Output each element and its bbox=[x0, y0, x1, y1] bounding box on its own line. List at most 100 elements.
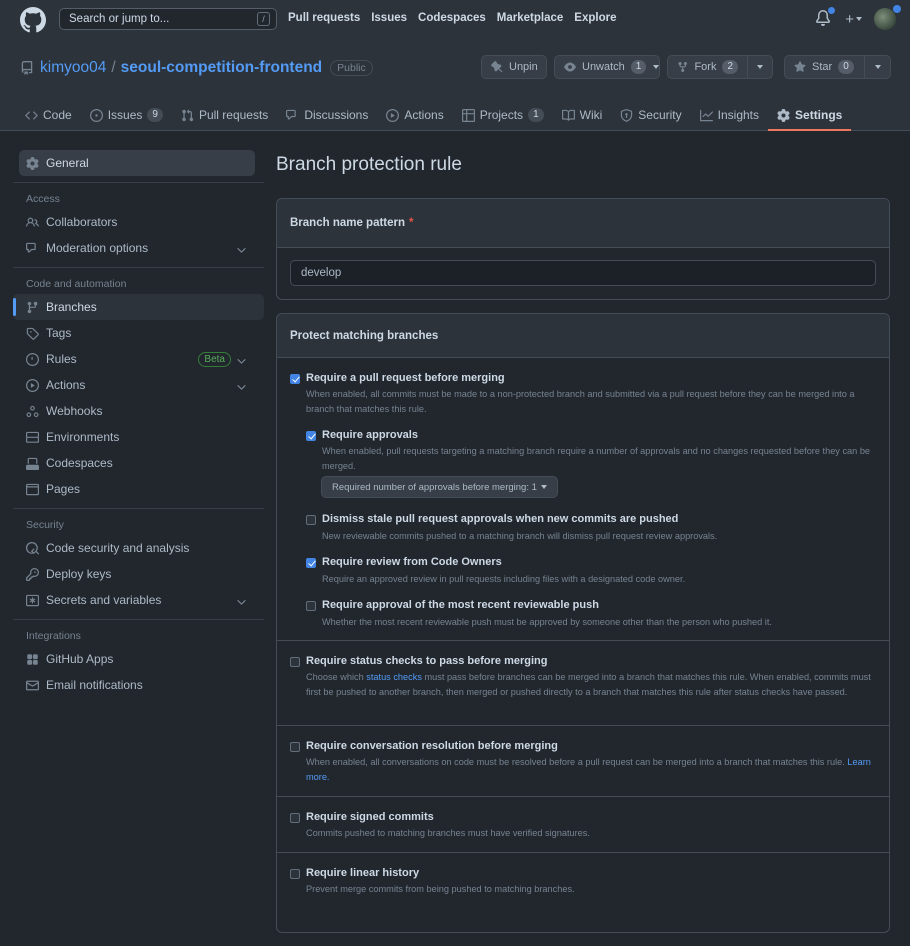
approvals-count-select[interactable]: Required number of approvals before merg… bbox=[321, 476, 558, 498]
tab-settings[interactable]: Settings bbox=[768, 100, 852, 131]
tab-discussions[interactable]: Discussions bbox=[277, 100, 377, 130]
sidebar-group-code-automation: Code and automation bbox=[26, 278, 127, 290]
tab-code[interactable]: Code bbox=[16, 100, 81, 130]
tab-label: Pull requests bbox=[198, 108, 269, 122]
header-actions: + bbox=[815, 5, 901, 30]
chevron-down-icon[interactable] bbox=[653, 65, 660, 69]
require-pr-checkbox[interactable] bbox=[290, 374, 300, 384]
sidebar-item-label: Deploy keys bbox=[46, 567, 112, 581]
option-require-pr-section: Require a pull request before merging Wh… bbox=[277, 358, 889, 641]
sidebar-item-label: Email notifications bbox=[46, 678, 143, 692]
create-new-dropdown[interactable]: + bbox=[845, 11, 862, 28]
visibility-badge: Public bbox=[330, 60, 373, 76]
global-header: Search or jump to... / Pull requests Iss… bbox=[0, 0, 910, 43]
notifications-bell-icon[interactable] bbox=[815, 7, 836, 29]
fork-dropdown[interactable] bbox=[747, 56, 772, 78]
main-content: Branch protection rule Branch name patte… bbox=[276, 150, 890, 946]
recent-push-title: Require approval of the most recent revi… bbox=[322, 599, 599, 611]
sidebar-item-collaborators[interactable]: Collaborators bbox=[13, 209, 264, 235]
sidebar-item-codespaces[interactable]: Codespaces bbox=[13, 450, 264, 476]
dismiss-stale-title: Dismiss stale pull request approvals whe… bbox=[322, 513, 679, 525]
sidebar-item-general[interactable]: General bbox=[19, 150, 255, 176]
dismiss-stale-checkbox[interactable] bbox=[306, 515, 316, 525]
sidebar-item-actions[interactable]: Actions bbox=[13, 372, 264, 398]
sidebar-item-tags[interactable]: Tags bbox=[13, 320, 264, 346]
branch-icon bbox=[27, 301, 38, 313]
play-icon bbox=[26, 378, 39, 392]
sidebar-item-rules[interactable]: Rules Beta bbox=[13, 346, 264, 372]
require-approvals-title: Require approvals bbox=[322, 429, 418, 441]
sidebar-divider bbox=[13, 508, 264, 509]
codescan-icon bbox=[26, 541, 39, 554]
shield-icon bbox=[621, 108, 633, 122]
fork-button[interactable]: Fork 2 bbox=[667, 55, 773, 79]
repo-name-link[interactable]: seoul-competition-frontend bbox=[121, 59, 323, 77]
search-input[interactable]: Search or jump to... / bbox=[59, 8, 277, 30]
code-icon bbox=[25, 110, 38, 120]
repo-owner-link[interactable]: kimyoo04 bbox=[40, 59, 106, 77]
github-logo-icon[interactable] bbox=[20, 7, 46, 33]
sidebar-item-label: Rules bbox=[46, 352, 77, 366]
tab-security[interactable]: Security bbox=[611, 100, 690, 130]
star-button[interactable]: Star 0 bbox=[784, 55, 891, 79]
tab-actions[interactable]: Actions bbox=[377, 100, 452, 130]
sidebar-item-github-apps[interactable]: GitHub Apps bbox=[13, 646, 264, 672]
chevron-down-icon bbox=[540, 485, 547, 489]
sidebar-group-integrations: Integrations bbox=[26, 630, 81, 642]
sidebar-item-secrets[interactable]: Secrets and variables bbox=[13, 587, 264, 613]
nav-explore[interactable]: Explore bbox=[574, 12, 616, 24]
recent-push-checkbox[interactable] bbox=[306, 601, 316, 611]
tab-insights[interactable]: Insights bbox=[691, 100, 768, 130]
star-dropdown[interactable] bbox=[864, 56, 890, 78]
nav-pull-requests[interactable]: Pull requests bbox=[288, 12, 360, 24]
projects-count: 1 bbox=[528, 108, 544, 122]
branch-pattern-input[interactable]: develop bbox=[290, 260, 876, 286]
user-menu[interactable] bbox=[874, 5, 901, 30]
signed-commits-checkbox[interactable] bbox=[290, 813, 300, 823]
unpin-button[interactable]: Unpin bbox=[481, 55, 547, 79]
status-indicator bbox=[893, 5, 901, 13]
status-checks-desc: Choose which status checks must pass bef… bbox=[306, 670, 878, 700]
status-checks-title: Require status checks to pass before mer… bbox=[306, 655, 548, 667]
sidebar-group-access: Access bbox=[26, 193, 60, 205]
status-checks-link[interactable]: status checks bbox=[366, 672, 422, 682]
nav-codespaces[interactable]: Codespaces bbox=[418, 12, 486, 24]
sidebar-item-environments[interactable]: Environments bbox=[13, 424, 264, 450]
linear-history-checkbox[interactable] bbox=[290, 869, 300, 879]
sidebar-item-moderation[interactable]: Moderation options bbox=[13, 235, 264, 261]
sidebar-item-email-notifications[interactable]: Email notifications bbox=[13, 672, 264, 698]
key-icon bbox=[26, 567, 39, 581]
conversation-checkbox[interactable] bbox=[290, 742, 300, 752]
fork-icon bbox=[678, 61, 688, 73]
repository-header: kimyoo04 / seoul-competition-frontend Pu… bbox=[0, 43, 910, 131]
beta-badge: Beta bbox=[198, 352, 231, 367]
sidebar-divider bbox=[13, 619, 264, 620]
page-title: Branch protection rule bbox=[276, 154, 462, 175]
unwatch-button[interactable]: Unwatch 1 bbox=[554, 55, 660, 79]
code-owners-checkbox[interactable] bbox=[306, 558, 316, 568]
conversation-title: Require conversation resolution before m… bbox=[306, 740, 558, 752]
tab-label: Discussions bbox=[304, 108, 369, 122]
require-pr-title: Require a pull request before merging bbox=[306, 372, 505, 384]
sidebar-divider bbox=[13, 182, 264, 183]
search-placeholder: Search or jump to... bbox=[69, 13, 170, 25]
sidebar-item-code-security[interactable]: Code security and analysis bbox=[13, 535, 264, 561]
fork-label: Fork bbox=[694, 61, 717, 73]
star-count: 0 bbox=[838, 60, 854, 74]
branch-pattern-box: Branch name pattern * develop bbox=[276, 198, 890, 300]
sidebar-item-branches[interactable]: Branches bbox=[13, 294, 264, 320]
sidebar-item-pages[interactable]: Pages bbox=[13, 476, 264, 502]
tab-issues[interactable]: Issues 9 bbox=[81, 100, 172, 130]
nav-marketplace[interactable]: Marketplace bbox=[497, 12, 563, 24]
require-approvals-checkbox[interactable] bbox=[306, 431, 316, 441]
eye-icon bbox=[564, 62, 576, 72]
nav-issues[interactable]: Issues bbox=[371, 12, 407, 24]
gear-icon bbox=[26, 156, 39, 170]
sidebar-item-deploy-keys[interactable]: Deploy keys bbox=[13, 561, 264, 587]
sidebar-item-webhooks[interactable]: Webhooks bbox=[13, 398, 264, 424]
status-checks-checkbox[interactable] bbox=[290, 657, 300, 667]
tab-projects[interactable]: Projects 1 bbox=[453, 100, 553, 130]
tab-wiki[interactable]: Wiki bbox=[553, 100, 612, 130]
sidebar-item-label: Webhooks bbox=[46, 404, 103, 418]
tab-pull-requests[interactable]: Pull requests bbox=[172, 100, 277, 130]
